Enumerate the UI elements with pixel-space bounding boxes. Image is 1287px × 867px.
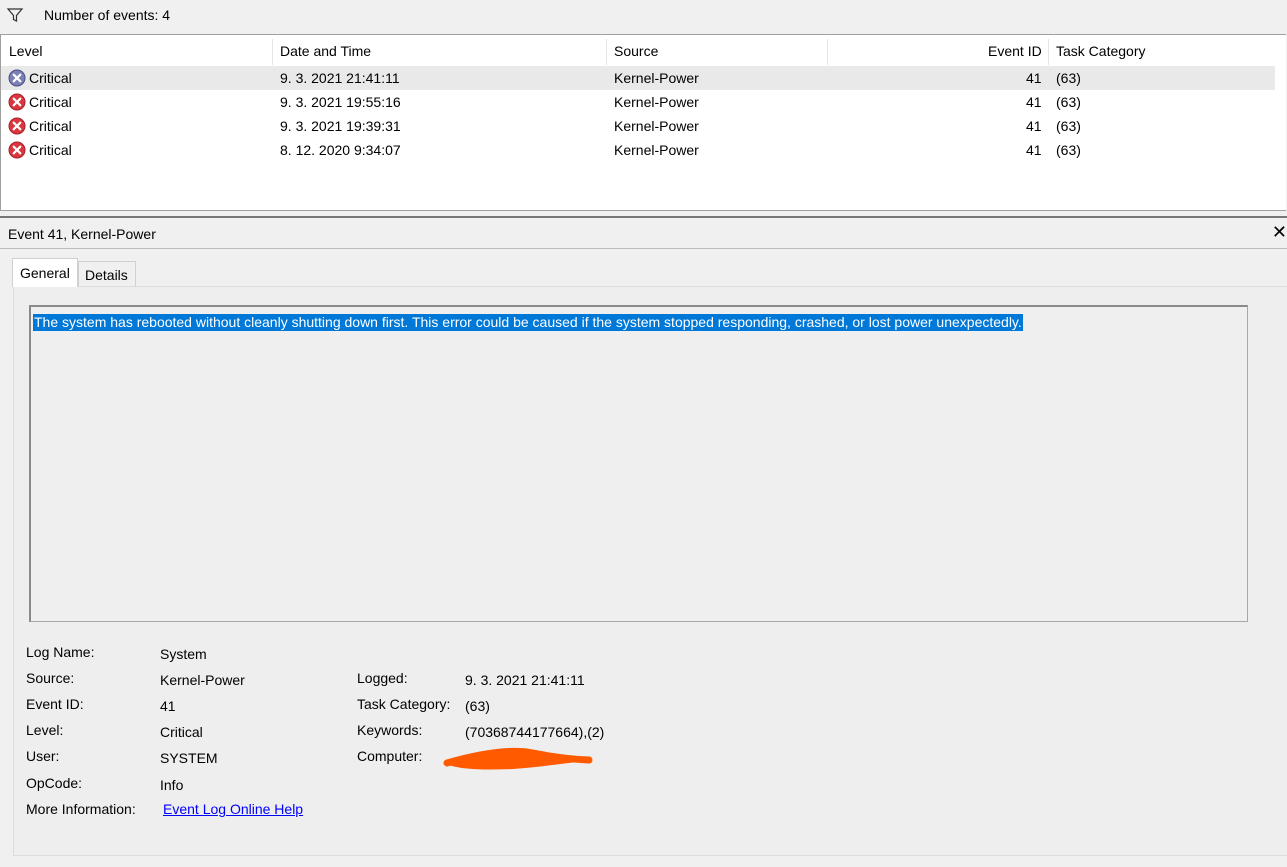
user-value[interactable]: SYSTEM — [160, 750, 218, 766]
event-log-online-help-link[interactable]: Event Log Online Help — [163, 801, 303, 817]
event-id-cell: 41 — [1026, 142, 1042, 158]
datetime-cell: 8. 12. 2020 9:34:07 — [280, 142, 401, 158]
level-label: Level: — [26, 722, 64, 738]
column-separator[interactable] — [606, 39, 607, 65]
table-row[interactable]: Critical 8. 12. 2020 9:34:07 Kernel-Powe… — [1, 138, 1275, 162]
datetime-cell: 9. 3. 2021 19:39:31 — [280, 118, 401, 134]
level-value[interactable]: Critical — [160, 724, 203, 740]
filter-icon[interactable] — [6, 6, 24, 24]
task-category-label: Task Category: — [357, 696, 451, 712]
level-cell: Critical — [29, 118, 72, 134]
opcode-label: OpCode: — [26, 775, 83, 791]
column-header-level[interactable]: Level — [9, 43, 42, 59]
opcode-value[interactable]: Info — [160, 777, 183, 793]
close-icon[interactable]: ✕ — [1272, 222, 1287, 243]
tab-details[interactable]: Details — [78, 261, 136, 287]
task-category-cell: (63) — [1056, 70, 1081, 86]
source-cell: Kernel-Power — [614, 118, 699, 134]
source-cell: Kernel-Power — [614, 70, 699, 86]
event-list-header: Level Date and Time Source Event ID Task… — [1, 35, 1286, 66]
critical-icon — [8, 117, 26, 135]
tab-details-label: Details — [85, 267, 128, 283]
level-cell: Critical — [29, 142, 72, 158]
table-row[interactable]: Critical 9. 3. 2021 19:55:16 Kernel-Powe… — [1, 90, 1275, 114]
event-id-label: Event ID: — [26, 696, 84, 712]
column-header-task-category[interactable]: Task Category — [1056, 43, 1145, 59]
log-name-value[interactable]: System — [160, 646, 207, 662]
task-category-cell: (63) — [1056, 94, 1081, 110]
keywords-label: Keywords: — [357, 722, 423, 738]
computer-label: Computer: — [357, 748, 423, 764]
event-id-cell: 41 — [1026, 70, 1042, 86]
source-cell: Kernel-Power — [614, 142, 699, 158]
column-separator[interactable] — [272, 39, 273, 65]
task-category-cell: (63) — [1056, 142, 1081, 158]
column-header-source[interactable]: Source — [614, 43, 658, 59]
critical-icon — [8, 69, 26, 87]
tab-general[interactable]: General — [12, 258, 78, 287]
event-description-box[interactable]: The system has rebooted without cleanly … — [29, 305, 1248, 622]
event-id-cell: 41 — [1026, 94, 1042, 110]
event-detail-header: Event 41, Kernel-Power ✕ — [0, 218, 1287, 249]
keywords-value[interactable]: (70368744177664),(2) — [465, 724, 604, 740]
event-count: Number of events: 4 — [44, 7, 171, 23]
source-value[interactable]: Kernel-Power — [160, 672, 245, 688]
table-row[interactable]: Critical 9. 3. 2021 21:41:11 Kernel-Powe… — [1, 66, 1275, 90]
filter-bar: Number of events: 4 — [0, 0, 1287, 34]
column-separator[interactable] — [827, 39, 828, 65]
tab-general-label: General — [20, 265, 70, 281]
user-label: User: — [26, 748, 60, 764]
source-label: Source: — [26, 670, 75, 686]
logged-value[interactable]: 9. 3. 2021 21:41:11 — [465, 672, 585, 688]
more-information-label: More Information: — [26, 801, 136, 817]
column-header-event-id[interactable]: Event ID — [988, 43, 1042, 59]
datetime-cell: 9. 3. 2021 21:41:11 — [280, 70, 400, 86]
table-row[interactable]: Critical 9. 3. 2021 19:39:31 Kernel-Powe… — [1, 114, 1275, 138]
redaction-scribble — [443, 747, 593, 770]
level-cell: Critical — [29, 70, 72, 86]
source-cell: Kernel-Power — [614, 94, 699, 110]
event-description-text[interactable]: The system has rebooted without cleanly … — [33, 314, 1023, 331]
column-header-date-time[interactable]: Date and Time — [280, 43, 371, 59]
column-separator[interactable] — [1048, 39, 1049, 65]
level-cell: Critical — [29, 94, 72, 110]
log-name-label: Log Name: — [26, 644, 95, 660]
logged-label: Logged: — [357, 670, 408, 686]
event-detail-title: Event 41, Kernel-Power — [8, 226, 156, 242]
event-id-cell: 41 — [1026, 118, 1042, 134]
critical-icon — [8, 93, 26, 111]
task-category-cell: (63) — [1056, 118, 1081, 134]
task-category-value[interactable]: (63) — [465, 698, 490, 714]
datetime-cell: 9. 3. 2021 19:55:16 — [280, 94, 401, 110]
event-list[interactable]: Level Date and Time Source Event ID Task… — [0, 34, 1286, 211]
event-id-value[interactable]: 41 — [160, 698, 176, 714]
critical-icon — [8, 141, 26, 159]
